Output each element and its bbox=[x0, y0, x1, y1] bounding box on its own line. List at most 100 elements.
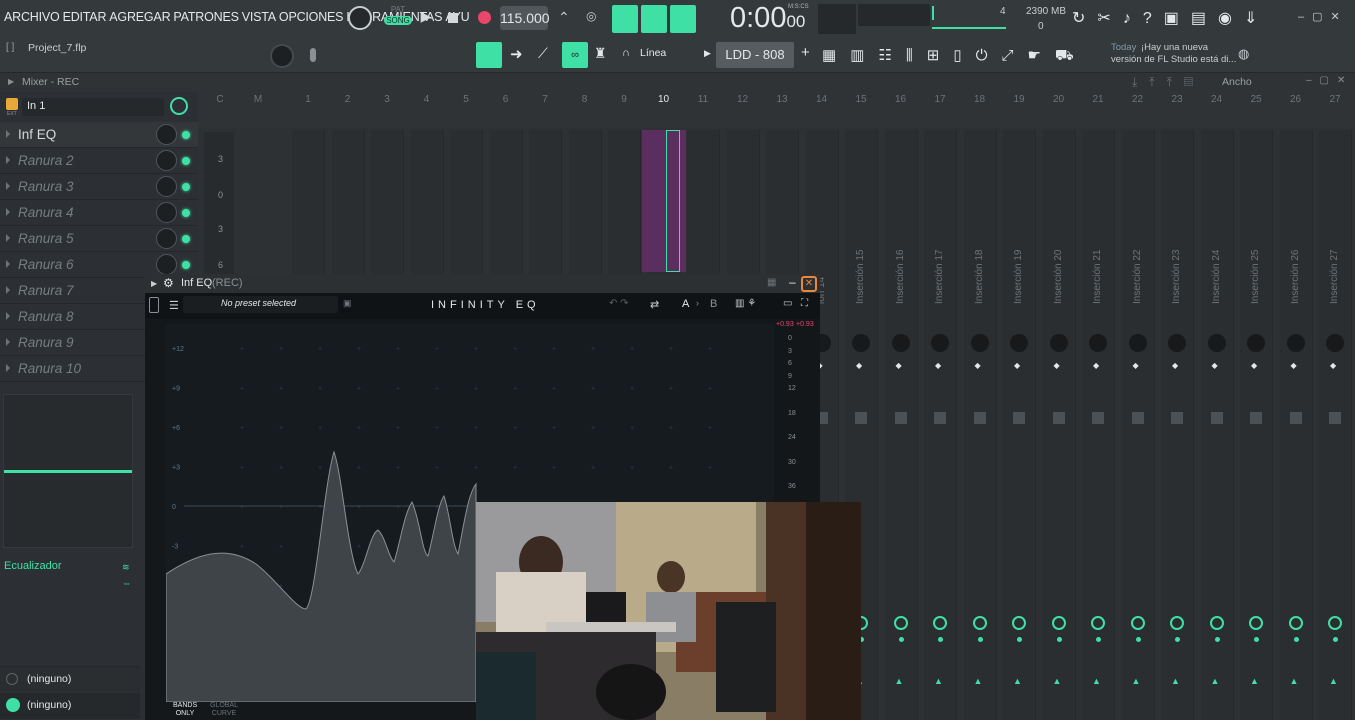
arrow-icon[interactable]: ➜ bbox=[510, 45, 523, 63]
mixer-window-controls[interactable]: –▢✕ bbox=[1306, 75, 1353, 86]
gear-icon[interactable]: ⚙ bbox=[163, 276, 174, 290]
track-number[interactable]: 25 bbox=[1236, 94, 1276, 105]
save-icon[interactable]: ▣ bbox=[1164, 10, 1191, 27]
route-icon[interactable] bbox=[1130, 616, 1145, 630]
send-arrow-icon[interactable]: ▲ bbox=[1250, 676, 1259, 686]
volume-fader[interactable] bbox=[1052, 412, 1065, 424]
fullscreen-icon[interactable]: ⛶ bbox=[801, 298, 808, 309]
send-arrow-icon[interactable]: ▲ bbox=[1171, 676, 1180, 686]
menu-agregar[interactable]: AGREGAR bbox=[109, 10, 170, 24]
slide-tool-icon[interactable]: ⟋ bbox=[538, 45, 548, 62]
route-icon[interactable] bbox=[1288, 616, 1303, 630]
track-number[interactable]: M bbox=[238, 94, 278, 105]
send-arrow-icon[interactable]: ▲ bbox=[1013, 676, 1022, 686]
pan-knob[interactable] bbox=[1247, 334, 1265, 352]
send-arrow-icon[interactable]: ▲ bbox=[1132, 676, 1141, 686]
slot-arrow-icon[interactable] bbox=[6, 156, 10, 164]
route-icon[interactable] bbox=[1249, 616, 1263, 630]
route-icon[interactable] bbox=[1051, 616, 1066, 630]
slot-mix-knob[interactable] bbox=[156, 254, 177, 275]
pan-knob[interactable] bbox=[1128, 334, 1147, 352]
track-number[interactable]: 15 bbox=[841, 94, 881, 105]
insert-strip[interactable] bbox=[884, 130, 918, 720]
piano-roll-button[interactable] bbox=[476, 42, 502, 68]
stereo-separation-icon[interactable]: ◆ bbox=[1093, 362, 1099, 370]
stamp-icon[interactable]: ♜ bbox=[594, 45, 607, 62]
loop-record-icon[interactable] bbox=[670, 5, 696, 33]
tempo-display[interactable]: 115.000 bbox=[500, 6, 550, 30]
mute-led[interactable] bbox=[977, 637, 983, 642]
master-volume-knob[interactable] bbox=[348, 6, 372, 30]
menu-vista[interactable]: VISTA bbox=[242, 10, 276, 24]
pan-knob[interactable] bbox=[1089, 334, 1107, 352]
add-pattern-icon[interactable]: + bbox=[801, 44, 810, 61]
save-preset-icon[interactable]: ▣ bbox=[343, 298, 352, 309]
slot-enable-led[interactable] bbox=[182, 261, 190, 269]
track-number[interactable]: 12 bbox=[723, 94, 763, 105]
slot-arrow-icon[interactable] bbox=[6, 286, 10, 294]
track-number[interactable]: 22 bbox=[1118, 94, 1158, 105]
pan-knob[interactable] bbox=[1010, 334, 1028, 352]
track-number[interactable]: 7 bbox=[525, 94, 565, 105]
compare-icon[interactable]: ⇄ bbox=[650, 298, 659, 311]
route-icon[interactable] bbox=[1091, 616, 1105, 630]
effect-slot[interactable]: Ranura 4 bbox=[0, 200, 198, 226]
slot-arrow-icon[interactable] bbox=[6, 208, 10, 216]
help-icon[interactable]: ? bbox=[1143, 10, 1164, 27]
plugin-title-bar[interactable]: ▶ ⚙ Inf EQ (REC) ▦ – ✕ bbox=[145, 274, 820, 293]
volume-fader[interactable] bbox=[1092, 412, 1104, 424]
mixer-width-selector[interactable]: Ancho bbox=[1222, 76, 1252, 88]
volume-fader[interactable] bbox=[1171, 412, 1183, 424]
eq-link-icon[interactable]: ≋ bbox=[122, 562, 130, 573]
stereo-separation-icon[interactable]: ◆ bbox=[935, 362, 941, 370]
pan-knob[interactable] bbox=[970, 334, 989, 352]
track-number[interactable]: 11 bbox=[683, 94, 723, 105]
link-button[interactable]: ∞ bbox=[562, 42, 588, 68]
slot-mix-knob[interactable] bbox=[156, 202, 177, 223]
route-icon[interactable] bbox=[893, 616, 908, 630]
tempo-tap-icon[interactable]: ⤢ bbox=[1001, 47, 1027, 64]
pan-knob[interactable] bbox=[891, 334, 910, 352]
cart-icon[interactable]: ⛟ bbox=[1055, 47, 1088, 64]
track-number[interactable]: 20 bbox=[1039, 94, 1079, 105]
slot-arrow-icon[interactable] bbox=[6, 130, 10, 138]
chat-icon[interactable]: ◉ bbox=[1218, 10, 1244, 27]
stereo-separation-icon[interactable]: ◆ bbox=[856, 362, 862, 370]
pan-knob[interactable] bbox=[1326, 334, 1344, 352]
volume-fader[interactable] bbox=[855, 412, 867, 424]
volume-fader[interactable] bbox=[934, 412, 946, 424]
menu-patrones[interactable]: PATRONES bbox=[173, 10, 239, 24]
track-number[interactable]: 10 bbox=[644, 94, 684, 105]
send-arrow-icon[interactable]: ▲ bbox=[974, 676, 983, 686]
volume-fader[interactable] bbox=[1250, 412, 1262, 424]
eq-stereo-icon[interactable]: ⇔ bbox=[122, 578, 131, 588]
send-arrow-icon[interactable]: ▲ bbox=[1329, 676, 1338, 686]
track-number[interactable]: 18 bbox=[960, 94, 1000, 105]
maximize-icon[interactable]: ▢ bbox=[1312, 11, 1330, 23]
globe-icon[interactable]: ◍ bbox=[1238, 46, 1249, 62]
insert-strip[interactable] bbox=[1319, 130, 1352, 720]
cut-icon[interactable]: ✂ bbox=[1097, 10, 1122, 27]
mixer-menu-arrow-icon[interactable]: ▶ bbox=[8, 77, 14, 86]
eq-menu-icon[interactable]: ☰ bbox=[169, 299, 179, 312]
plugin-db-icon[interactable]: ▯ bbox=[953, 47, 975, 64]
record-button[interactable] bbox=[478, 11, 491, 24]
slot-arrow-icon[interactable] bbox=[6, 182, 10, 190]
track-number[interactable]: 3 bbox=[367, 94, 407, 105]
slot-mix-knob[interactable] bbox=[156, 150, 177, 171]
mixer-view-icons[interactable]: ⤓⤒⤒▤ bbox=[1132, 75, 1205, 90]
insert-strip[interactable] bbox=[1003, 130, 1036, 720]
insert-strip[interactable] bbox=[1082, 130, 1115, 720]
slot-arrow-icon[interactable] bbox=[6, 338, 10, 346]
route-icon[interactable] bbox=[1012, 616, 1026, 630]
master-strip[interactable]: 3 0 3 6 bbox=[204, 132, 234, 282]
track-number[interactable]: 5 bbox=[446, 94, 486, 105]
mute-led[interactable] bbox=[1333, 637, 1338, 642]
send-arrow-icon[interactable]: ▲ bbox=[1211, 676, 1220, 686]
track-number[interactable]: 24 bbox=[1197, 94, 1237, 105]
track-number[interactable]: 6 bbox=[486, 94, 526, 105]
browser-icon[interactable]: ⊞ bbox=[927, 47, 954, 64]
effect-slot[interactable]: Ranura 5 bbox=[0, 226, 198, 252]
eq-side-icon[interactable] bbox=[149, 297, 159, 313]
playlist-icon[interactable]: ▦ bbox=[822, 47, 850, 64]
